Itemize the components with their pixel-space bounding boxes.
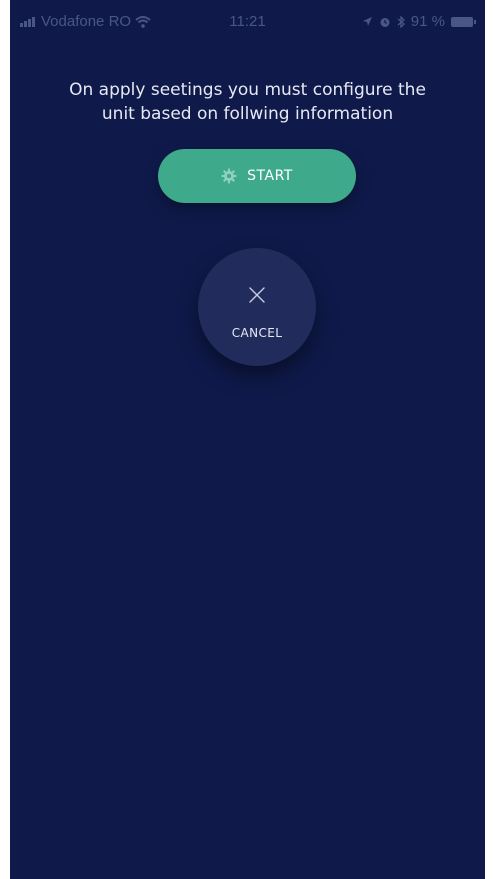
start-button[interactable]: START (158, 149, 356, 203)
app-screen: Vodafone RO 11:21 91 % On apply seetings… (10, 0, 485, 879)
battery-percent: 91 % (410, 13, 445, 30)
close-icon (249, 287, 265, 303)
alarm-icon (380, 17, 390, 27)
cancel-button-label: CANCEL (231, 326, 283, 340)
gear-icon (221, 168, 237, 184)
status-bar-right: 91 % (362, 13, 476, 30)
battery-icon (451, 16, 476, 27)
message-line-2: unit based on follwing information (101, 104, 394, 124)
message-line-1: On apply seetings you must configure the (69, 80, 426, 100)
cancel-button[interactable]: CANCEL (198, 248, 316, 366)
instruction-message: On apply seetings you must configure the… (40, 78, 455, 126)
status-bar: Vodafone RO 11:21 91 % (10, 0, 485, 40)
location-arrow-icon (362, 17, 372, 26)
start-button-label: START (247, 168, 293, 184)
bluetooth-icon (397, 15, 405, 28)
